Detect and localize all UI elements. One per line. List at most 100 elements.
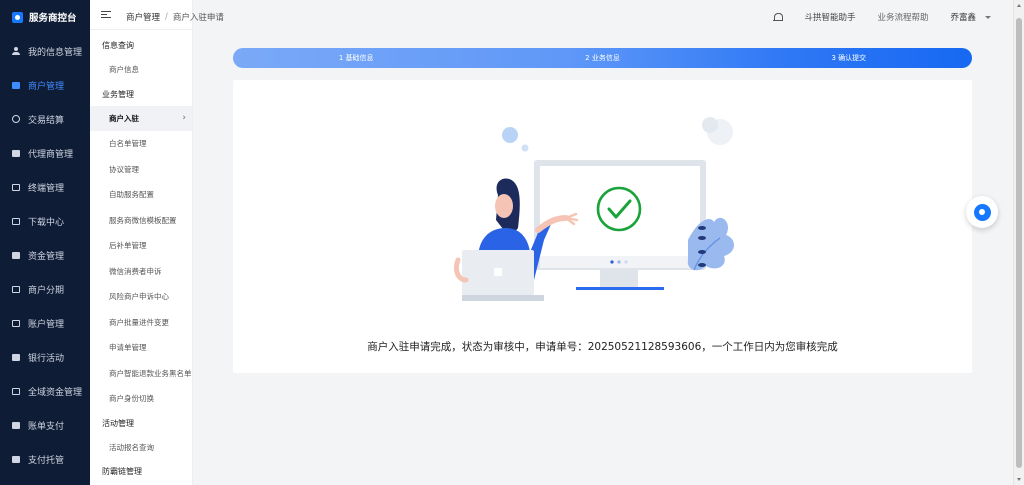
scroll-down-arrow-icon[interactable] xyxy=(1017,478,1021,481)
submenu-item-label: 商户信息 xyxy=(109,65,139,74)
submenu-item-label: 商户身份切换 xyxy=(109,394,154,403)
sidebar-item-label: 代理商管理 xyxy=(28,149,74,160)
breadcrumb-parent[interactable]: 商户管理 xyxy=(126,11,160,23)
bell-icon[interactable] xyxy=(773,12,784,22)
sidebar-item-8[interactable]: 账户管理 xyxy=(0,306,90,340)
sidebar-item-label: 商户管理 xyxy=(28,81,65,92)
main-sidebar: 服务商控台 我的信息管理 商户管理交易结算代理商管理终端管理下载中心资金管理商户分… xyxy=(0,0,90,485)
download-icon xyxy=(11,217,20,226)
terminal-icon xyxy=(11,183,20,192)
submenu-item-label: 风险商户申诉中心 xyxy=(109,292,169,301)
submenu-item[interactable]: 后补单管理 xyxy=(90,233,192,259)
submenu-item-label: 申请单管理 xyxy=(109,343,147,352)
submenu-item-label: 活动报名查询 xyxy=(109,442,154,452)
submenu-item[interactable]: 商户入驻 › xyxy=(90,105,192,131)
submenu-item-label: 商户智能退款业务黑名单 xyxy=(109,368,192,378)
submenu-item[interactable]: 风险商户申诉中心 xyxy=(90,284,192,310)
chevron-right-icon: › xyxy=(182,112,186,123)
submenu-item-label: 服务商微信模板配置 xyxy=(109,215,177,225)
submenu-item-label: 协议管理 xyxy=(109,164,139,174)
custody-icon xyxy=(11,455,20,464)
sidebar-item-label: 商户分期 xyxy=(28,285,65,296)
submenu-panel: 信息查询商户信息业务管理商户入驻 › 白名单管理协议管理自助服务配置服务商微信模板配… xyxy=(90,0,193,485)
submenu-item[interactable]: 申请单管理 xyxy=(90,335,192,361)
chat-bubble-icon xyxy=(973,203,991,221)
scroll-up-arrow-icon[interactable] xyxy=(1017,4,1021,7)
breadcrumb-current: 商户入驻申请 xyxy=(172,13,224,23)
submenu-group-title: 信息查询 xyxy=(102,41,134,50)
fund-icon xyxy=(11,251,20,260)
step-basic-info: 1 基础信息 xyxy=(338,54,374,62)
submenu-item-label: 商户入驻 xyxy=(109,113,139,123)
submenu-item[interactable]: 协议管理 xyxy=(90,157,192,183)
sidebar-item-label: 资金管理 xyxy=(28,251,65,262)
submenu-list: 信息查询商户信息业务管理商户入驻 › 白名单管理协议管理自助服务配置服务商微信模板配… xyxy=(90,30,192,483)
submenu-item[interactable]: 自助服务配置 xyxy=(90,182,192,208)
step-business-info: 2 业务信息 xyxy=(585,54,620,62)
submenu-item[interactable]: 商户批量进件变更 xyxy=(90,310,192,336)
sidebar-item-label: 支付托管 xyxy=(28,455,65,466)
sidebar-item-label: 银行活动 xyxy=(28,353,65,364)
sidebar-item-3[interactable]: 代理商管理 xyxy=(0,136,90,170)
sidebar-item-label: 账户管理 xyxy=(28,319,65,330)
chat-assistant-button[interactable] xyxy=(966,196,998,228)
caret-down-icon xyxy=(985,16,991,19)
submenu-item[interactable]: 活动报名查询 xyxy=(90,435,192,461)
result-message: 商户入驻申请完成，状态为审核中，申请单号：20250521128593606，一… xyxy=(367,341,838,353)
sidebar-item-4[interactable]: 终端管理 xyxy=(0,170,90,204)
user-name: 乔富鑫 xyxy=(950,13,976,23)
assistant-link[interactable]: 斗拱智能助手 xyxy=(804,11,855,23)
top-bar: 商户管理 / 商户入驻申请 斗拱智能助手 业务流程帮助 乔富鑫 xyxy=(90,0,1013,34)
submenu-item-label: 商户批量进件变更 xyxy=(109,317,169,327)
scrollbar-thumb[interactable] xyxy=(1016,18,1022,468)
success-illustration xyxy=(453,117,734,301)
merchant-icon xyxy=(11,81,20,90)
sidebar-item-label: 全域资金管理 xyxy=(28,387,83,398)
sidebar-item-12[interactable]: 支付托管 xyxy=(0,442,90,476)
submenu-item[interactable]: 商户身份切换 xyxy=(90,386,192,412)
submenu-item[interactable]: 微信消费者申诉 xyxy=(90,259,192,285)
page-scrollbar[interactable] xyxy=(1013,0,1024,485)
result-card: 商户入驻申请完成，状态为审核中，申请单号：20250521128593606，一… xyxy=(233,80,972,373)
gift-icon xyxy=(11,353,20,362)
sidebar-item-11[interactable]: 账单支付 xyxy=(0,408,90,442)
settlement-icon xyxy=(11,115,20,124)
breadcrumb-separator: / xyxy=(165,12,168,22)
submenu-group-title: 活动管理 xyxy=(102,418,134,428)
sidebar-item-label: 交易结算 xyxy=(28,115,65,126)
submenu-item[interactable]: 服务商微信模板配置 xyxy=(90,208,192,234)
user-menu[interactable]: 乔富鑫 xyxy=(950,11,991,23)
header-actions: 斗拱智能助手 业务流程帮助 乔富鑫 xyxy=(751,0,991,34)
submenu-item-label: 自助服务配置 xyxy=(109,190,154,199)
agent-icon xyxy=(11,149,20,158)
bill-icon xyxy=(11,421,20,430)
sidebar-item-2[interactable]: 交易结算 xyxy=(0,102,90,136)
brand-title: 服务商控台 xyxy=(29,13,77,24)
submenu-item[interactable]: 商户信息 xyxy=(90,57,192,83)
sidebar-item-0[interactable]: 我的信息管理 xyxy=(0,34,90,68)
sidebar-item-1[interactable]: 商户管理 xyxy=(0,68,90,102)
submenu-item-label: 白名单管理 xyxy=(109,139,147,148)
submenu-item[interactable]: 商户智能退款业务黑名单 xyxy=(90,361,192,387)
submenu-item-label: 后补单管理 xyxy=(109,241,147,250)
help-link[interactable]: 业务流程帮助 xyxy=(877,11,928,23)
sidebar-item-label: 终端管理 xyxy=(28,183,65,194)
sidebar-item-5[interactable]: 下载中心 xyxy=(0,204,90,238)
sidebar-item-9[interactable]: 银行活动 xyxy=(0,340,90,374)
sidebar-item-6[interactable]: 资金管理 xyxy=(0,238,90,272)
submenu-group-title: 防霸链管理 xyxy=(102,467,142,476)
submenu-item[interactable]: 白名单管理 xyxy=(90,131,192,157)
user-icon xyxy=(11,47,20,56)
sidebar-item-label: 下载中心 xyxy=(28,217,65,228)
account-icon xyxy=(11,319,20,328)
submenu-group-title: 业务管理 xyxy=(102,89,134,99)
brand-logo-icon xyxy=(12,11,23,23)
main-nav: 我的信息管理 商户管理交易结算代理商管理终端管理下载中心资金管理商户分期账户管理银… xyxy=(0,34,90,476)
submenu-item-label: 微信消费者申诉 xyxy=(109,266,162,276)
sidebar-item-7[interactable]: 商户分期 xyxy=(0,272,90,306)
global-fund-icon xyxy=(11,387,20,396)
sidebar-item-10[interactable]: 全域资金管理 xyxy=(0,374,90,408)
steps-bar: 1 基础信息 2 业务信息 3 确认提交 xyxy=(233,48,972,68)
brand[interactable]: 服务商控台 xyxy=(0,0,90,34)
sidebar-item-label: 我的信息管理 xyxy=(28,47,83,58)
